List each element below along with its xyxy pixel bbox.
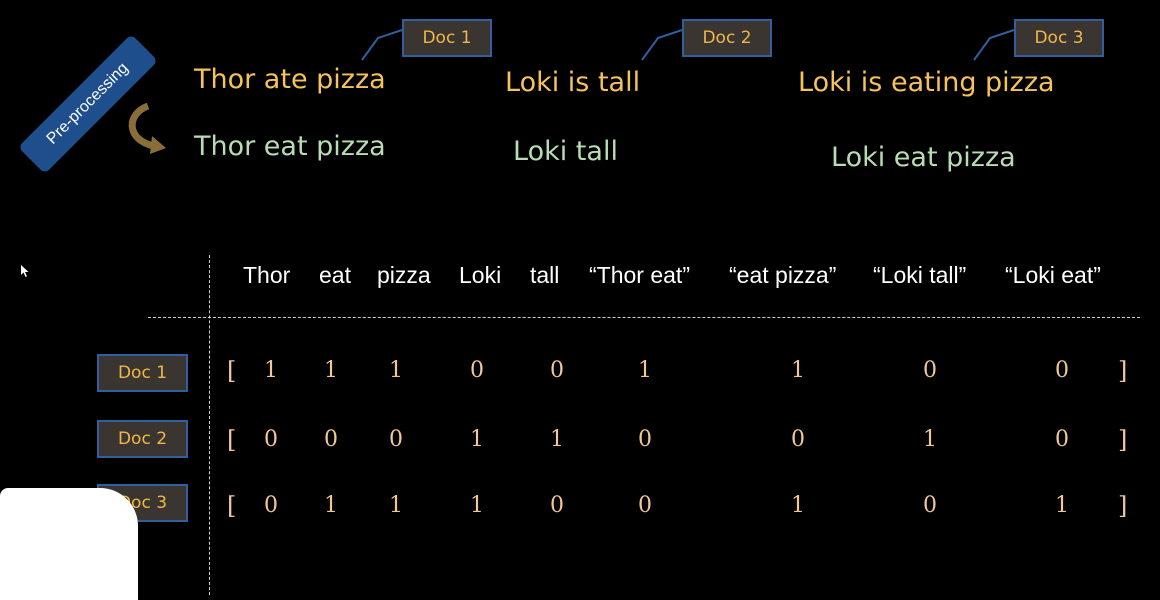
matrix-cell: 1 — [389, 358, 403, 383]
matrix-cell: 1 — [550, 427, 564, 452]
matrix-cell: 0 — [264, 493, 278, 518]
doc-tag-1: Doc 1 — [402, 19, 492, 57]
matrix-cell: 1 — [791, 493, 805, 518]
matrix-cell: 1 — [791, 358, 805, 383]
doc-tag-2: Doc 2 — [682, 19, 772, 57]
column-header-loki-eat: “Loki eat” — [1005, 262, 1101, 288]
matrix-cell: 0 — [550, 493, 564, 518]
column-header-pizza: pizza — [377, 262, 431, 288]
doc3-processed: Loki eat pizza — [831, 142, 1016, 173]
column-header-eat: eat — [319, 262, 351, 288]
doc2-original: Loki is tall — [505, 67, 641, 98]
matrix-cell: 1 — [264, 358, 278, 383]
matrix-cell: 0 — [1055, 427, 1069, 452]
row-label-doc-2: Doc 2 — [97, 420, 188, 458]
matrix-cell: 1 — [470, 427, 484, 452]
mouse-cursor-icon — [21, 265, 29, 277]
doc1-original: Thor ate pizza — [194, 64, 386, 95]
matrix-cell: 0 — [638, 493, 652, 518]
row-label-doc-1: Doc 1 — [97, 354, 188, 392]
matrix-cell: 0 — [389, 427, 403, 452]
matrix-cell: 1 — [389, 493, 403, 518]
doc1-processed: Thor eat pizza — [194, 131, 386, 162]
matrix-cell: 0 — [264, 427, 278, 452]
bracket-close: ] — [1118, 357, 1128, 385]
matrix-cell: 1 — [470, 493, 484, 518]
column-header-thor: Thor — [243, 262, 291, 288]
column-header-loki: Loki — [459, 262, 502, 288]
matrix-cell: 0 — [1055, 358, 1069, 383]
matrix-cell: 1 — [324, 493, 338, 518]
matrix-cell: 1 — [324, 358, 338, 383]
horizontal-dashed-divider — [148, 317, 1140, 318]
matrix-cell: 0 — [470, 358, 484, 383]
matrix-cell: 0 — [638, 427, 652, 452]
matrix-cell: 1 — [1055, 493, 1069, 518]
curved-arrow-icon — [128, 102, 166, 154]
column-header-tall: tall — [530, 262, 560, 288]
matrix-cell: 0 — [791, 427, 805, 452]
column-header-eat-pizza: “eat pizza” — [729, 262, 837, 288]
doc3-original: Loki is eating pizza — [798, 67, 1055, 98]
bracket-close: ] — [1118, 492, 1128, 520]
bracket-open: [ — [227, 357, 237, 385]
vertical-dashed-divider — [209, 255, 210, 595]
doc2-processed: Loki tall — [513, 136, 618, 167]
bracket-open: [ — [227, 426, 237, 454]
doc-tag-3: Doc 3 — [1014, 19, 1104, 57]
matrix-cell: 1 — [923, 427, 937, 452]
matrix-cell: 0 — [923, 358, 937, 383]
column-header-loki-tall: “Loki tall” — [873, 262, 967, 288]
bracket-open: [ — [227, 492, 237, 520]
white-blob — [0, 488, 138, 600]
bracket-close: ] — [1118, 426, 1128, 454]
matrix-cell: 0 — [923, 493, 937, 518]
matrix-cell: 1 — [638, 358, 652, 383]
matrix-cell: 0 — [324, 427, 338, 452]
column-header-thor-eat: “Thor eat” — [589, 262, 690, 288]
matrix-cell: 0 — [550, 358, 564, 383]
